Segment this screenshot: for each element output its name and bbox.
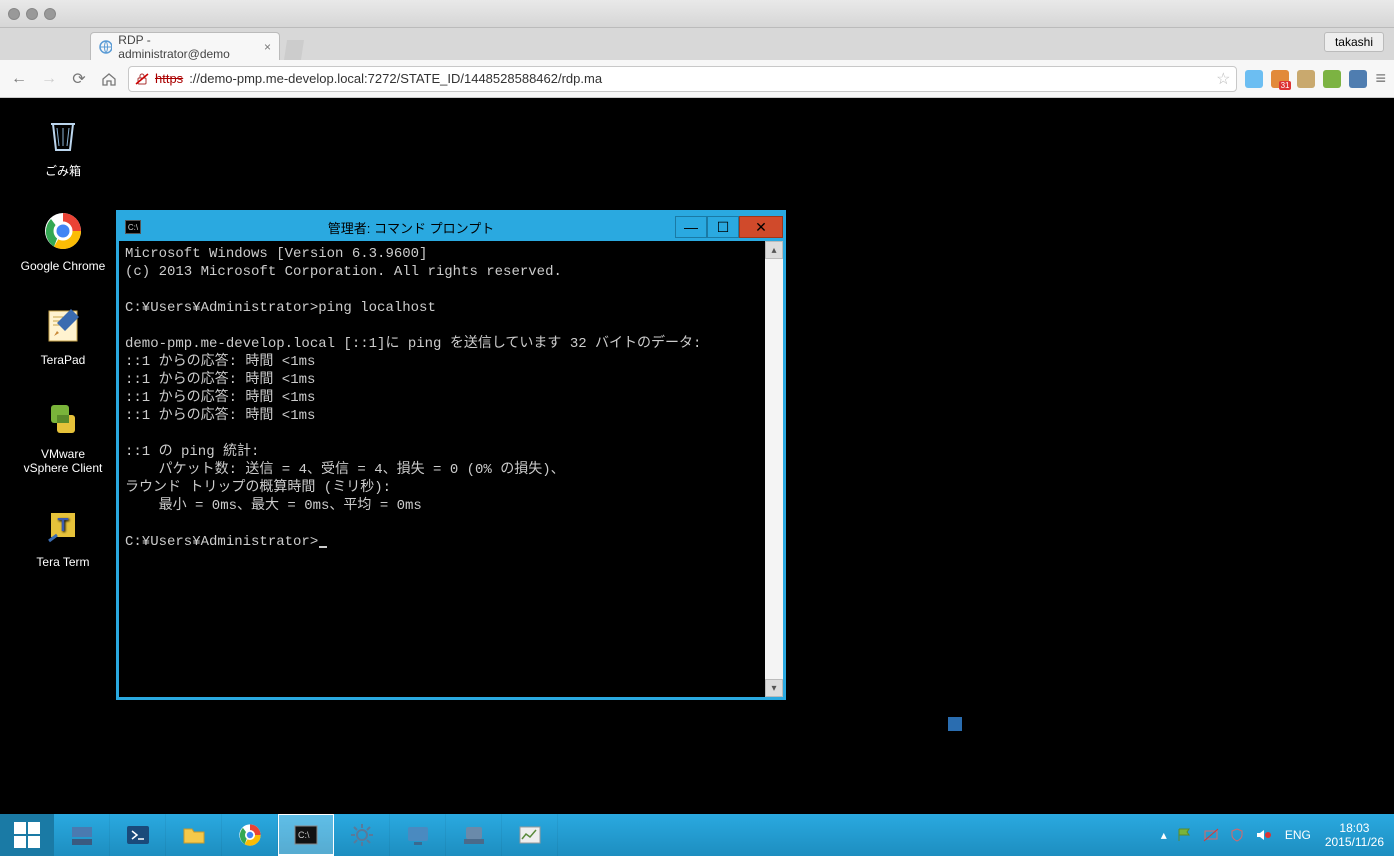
icon-label: TeraPad: [41, 353, 86, 367]
taskbar-chrome[interactable]: [222, 814, 278, 856]
browser-tabstrip: RDP - administrator@demo × takashi: [0, 28, 1394, 60]
globe-icon: [99, 40, 112, 54]
ext-icon-4[interactable]: [1323, 70, 1341, 88]
desktop-icons: ごみ箱 Google Chrome TeraPad VMware vSphere…: [18, 110, 108, 569]
system-tray: ▴ ENG 18:03 2015/11/26: [1151, 821, 1394, 849]
device-icon: [460, 821, 488, 849]
bookmark-star-icon[interactable]: ☆: [1216, 69, 1230, 89]
cmd-icon: C:\: [292, 821, 320, 849]
taskbar-powershell[interactable]: [110, 814, 166, 856]
address-bar[interactable]: https ://demo-pmp.me-develop.local:7272/S…: [128, 66, 1237, 92]
chart-icon: [516, 821, 544, 849]
taskbar-cmd[interactable]: C:\: [278, 814, 334, 856]
windows-taskbar: C:\ ▴ ENG: [0, 814, 1394, 856]
tray-expand-icon[interactable]: ▴: [1161, 828, 1167, 842]
tray-date: 2015/11/26: [1325, 835, 1384, 849]
tray-network-icon[interactable]: [1203, 827, 1219, 843]
cmd-close-button[interactable]: ✕: [739, 216, 783, 238]
extension-icons: 31 ≡: [1245, 68, 1386, 89]
tab-close-icon[interactable]: ×: [264, 40, 271, 54]
command-prompt-window[interactable]: C:\ 管理者: コマンド プロンプト — ☐ ✕ Microsoft Wind…: [116, 210, 786, 700]
browser-tab-active[interactable]: RDP - administrator@demo ×: [90, 32, 280, 60]
windows-logo-icon: [14, 822, 40, 848]
chrome-menu-icon[interactable]: ≡: [1375, 68, 1386, 89]
nav-forward-button[interactable]: →: [38, 68, 60, 90]
icon-label: VMware vSphere Client: [18, 447, 108, 475]
nav-reload-button[interactable]: ⟳: [68, 68, 90, 90]
monitor-icon: [404, 821, 432, 849]
terapad-icon: [39, 301, 87, 349]
gear-icon: [349, 822, 375, 848]
server-manager-icon: [68, 821, 96, 849]
svg-text:T: T: [58, 515, 69, 535]
tray-time: 18:03: [1325, 821, 1384, 835]
powershell-icon: [124, 821, 152, 849]
taskbar-app-1[interactable]: [390, 814, 446, 856]
scroll-up-button[interactable]: ▴: [765, 241, 783, 259]
tray-volume-icon[interactable]: [1255, 827, 1271, 843]
tray-language-indicator[interactable]: ENG: [1281, 828, 1315, 842]
desktop-selection-marquee: [948, 717, 962, 731]
traffic-min[interactable]: [26, 8, 38, 20]
chrome-icon: [39, 207, 87, 255]
security-warning-icon: [135, 72, 149, 86]
url-rest: ://demo-pmp.me-develop.local:7272/STATE_…: [189, 71, 602, 86]
traffic-max[interactable]: [44, 8, 56, 20]
remote-desktop[interactable]: ごみ箱 Google Chrome TeraPad VMware vSphere…: [0, 98, 1394, 856]
home-icon: [101, 71, 117, 87]
folder-icon: [180, 821, 208, 849]
url-scheme: https: [155, 71, 183, 86]
scroll-track[interactable]: [765, 259, 783, 679]
cmd-app-icon: C:\: [125, 220, 141, 234]
svg-text:C:\: C:\: [298, 830, 310, 840]
start-button[interactable]: [0, 814, 54, 856]
icon-label: Tera Term: [36, 555, 89, 569]
taskbar-app-3[interactable]: [502, 814, 558, 856]
nav-home-button[interactable]: [98, 68, 120, 90]
cmd-output[interactable]: Microsoft Windows [Version 6.3.9600] (c)…: [119, 241, 765, 697]
cmd-minimize-button[interactable]: —: [675, 216, 707, 238]
teraterm-icon: T: [39, 503, 87, 551]
desktop-icon-recycle-bin[interactable]: ごみ箱: [18, 110, 108, 179]
recycle-bin-icon: [39, 110, 87, 158]
new-tab-button[interactable]: [284, 40, 304, 60]
taskbar-server-manager[interactable]: [54, 814, 110, 856]
cmd-scrollbar[interactable]: ▴ ▾: [765, 241, 783, 697]
ext-icon-3[interactable]: [1297, 70, 1315, 88]
host-titlebar: [0, 0, 1394, 28]
tray-clock[interactable]: 18:03 2015/11/26: [1325, 821, 1384, 849]
vsphere-icon: [39, 395, 87, 443]
cmd-body[interactable]: Microsoft Windows [Version 6.3.9600] (c)…: [119, 241, 783, 697]
nav-back-button[interactable]: ←: [8, 68, 30, 90]
cmd-title: 管理者: コマンド プロンプト: [147, 218, 675, 237]
ext-icon-1[interactable]: [1245, 70, 1263, 88]
icon-label: Google Chrome: [21, 259, 106, 273]
desktop-icon-vsphere[interactable]: VMware vSphere Client: [18, 395, 108, 475]
tray-flag-icon[interactable]: [1177, 827, 1193, 843]
taskbar-app-2[interactable]: [446, 814, 502, 856]
tab-title: RDP - administrator@demo: [118, 33, 258, 61]
tray-security-icon[interactable]: [1229, 827, 1245, 843]
desktop-icon-chrome[interactable]: Google Chrome: [18, 207, 108, 273]
cmd-maximize-button[interactable]: ☐: [707, 216, 739, 238]
browser-toolbar: ← → ⟳ https ://demo-pmp.me-develop.local:…: [0, 60, 1394, 98]
taskbar-explorer[interactable]: [166, 814, 222, 856]
taskbar-settings[interactable]: [334, 814, 390, 856]
chrome-icon: [237, 822, 263, 848]
cmd-titlebar[interactable]: C:\ 管理者: コマンド プロンプト — ☐ ✕: [119, 213, 783, 241]
icon-label: ごみ箱: [45, 162, 81, 179]
desktop-icon-teraterm[interactable]: T Tera Term: [18, 503, 108, 569]
scroll-down-button[interactable]: ▾: [765, 679, 783, 697]
ext-icon-2[interactable]: 31: [1271, 70, 1289, 88]
chrome-profile-button[interactable]: takashi: [1324, 32, 1384, 52]
desktop-icon-terapad[interactable]: TeraPad: [18, 301, 108, 367]
ext-icon-5[interactable]: [1349, 70, 1367, 88]
traffic-close[interactable]: [8, 8, 20, 20]
